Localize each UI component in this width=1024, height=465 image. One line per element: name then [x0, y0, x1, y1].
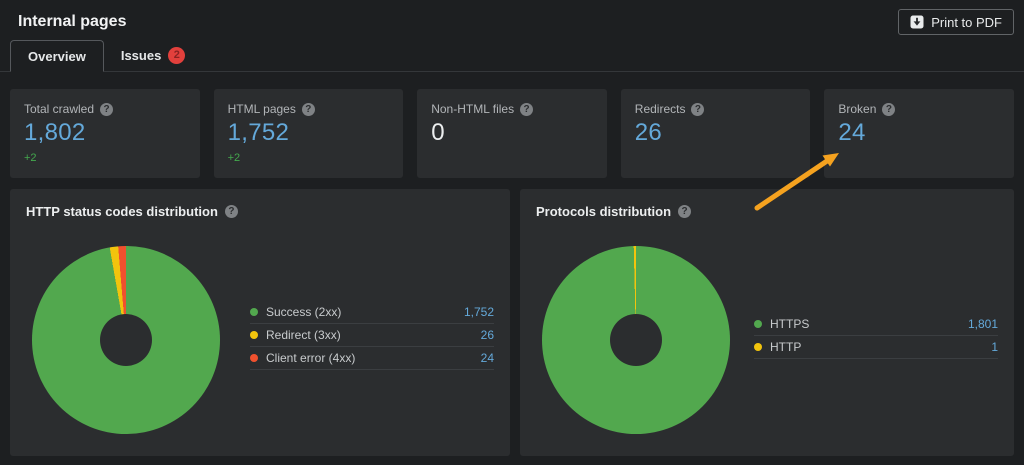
legend-label: Redirect (3xx) [266, 328, 473, 342]
panel-title: HTTP status codes distribution [26, 204, 218, 219]
print-to-pdf-button[interactable]: Print to PDF [898, 9, 1014, 35]
stat-delta [838, 152, 1000, 164]
legend-value[interactable]: 1,801 [968, 317, 998, 331]
legend-value[interactable]: 26 [481, 328, 494, 342]
legend-row-https[interactable]: HTTPS 1,801 [754, 313, 998, 336]
http-status-codes-panel: HTTP status codes distribution ? Success… [10, 189, 510, 456]
stat-label: Broken [838, 102, 876, 116]
help-icon[interactable]: ? [225, 205, 238, 218]
legend-dot-http [754, 343, 762, 351]
legend-label: HTTPS [770, 317, 960, 331]
stat-value[interactable]: 1,802 [24, 119, 186, 147]
panel-title: Protocols distribution [536, 204, 671, 219]
stat-label: Non-HTML files [431, 102, 514, 116]
stat-value[interactable]: 26 [635, 119, 797, 147]
legend-dot-https [754, 320, 762, 328]
stat-value[interactable]: 24 [838, 119, 1000, 147]
legend-row-client-error[interactable]: Client error (4xx) 24 [250, 347, 494, 370]
print-button-label: Print to PDF [931, 15, 1002, 30]
protocols-legend: HTTPS 1,801 HTTP 1 [754, 313, 998, 359]
help-icon[interactable]: ? [882, 103, 895, 116]
legend-label: HTTP [770, 340, 983, 354]
stat-delta: +2 [24, 152, 186, 164]
tab-issues[interactable]: Issues 2 [104, 40, 202, 71]
donut-hole [610, 314, 662, 366]
issues-count-badge: 2 [168, 47, 185, 64]
page-title: Internal pages [18, 13, 126, 31]
stat-value[interactable]: 1,752 [228, 119, 390, 147]
http-status-legend: Success (2xx) 1,752 Redirect (3xx) 26 Cl… [250, 301, 494, 370]
legend-value[interactable]: 24 [481, 351, 494, 365]
legend-dot-redirect [250, 331, 258, 339]
stat-delta: +2 [228, 152, 390, 164]
legend-label: Success (2xx) [266, 305, 456, 319]
legend-row-http[interactable]: HTTP 1 [754, 336, 998, 359]
stat-value: 0 [431, 119, 593, 147]
legend-value[interactable]: 1 [991, 340, 998, 354]
legend-dot-client-error [250, 354, 258, 362]
stat-label: HTML pages [228, 102, 296, 116]
donut-hole [100, 314, 152, 366]
help-icon[interactable]: ? [100, 103, 113, 116]
legend-label: Client error (4xx) [266, 351, 473, 365]
stat-card-total-crawled: Total crawled ? 1,802 +2 [10, 89, 200, 178]
charts-row: HTTP status codes distribution ? Success… [10, 189, 1014, 456]
http-status-donut-chart[interactable] [32, 246, 220, 434]
help-icon[interactable]: ? [691, 103, 704, 116]
legend-row-redirect[interactable]: Redirect (3xx) 26 [250, 324, 494, 347]
header: Internal pages Print to PDF [0, 0, 1024, 38]
legend-value[interactable]: 1,752 [464, 305, 494, 319]
legend-row-success[interactable]: Success (2xx) 1,752 [250, 301, 494, 324]
stat-label: Redirects [635, 102, 686, 116]
tab-overview[interactable]: Overview [10, 40, 104, 72]
protocols-donut-chart[interactable] [542, 246, 730, 434]
stat-card-html-pages: HTML pages ? 1,752 +2 [214, 89, 404, 178]
protocols-panel: Protocols distribution ? HTTPS 1,801 HTT… [520, 189, 1014, 456]
stat-label: Total crawled [24, 102, 94, 116]
help-icon[interactable]: ? [302, 103, 315, 116]
stat-card-broken: Broken ? 24 [824, 89, 1014, 178]
legend-dot-success [250, 308, 258, 316]
help-icon[interactable]: ? [678, 205, 691, 218]
stat-delta [635, 152, 797, 164]
help-icon[interactable]: ? [520, 103, 533, 116]
stats-row: Total crawled ? 1,802 +2 HTML pages ? 1,… [10, 89, 1014, 178]
pdf-download-icon [910, 15, 924, 29]
tab-overview-label: Overview [28, 49, 86, 64]
tab-bar: Overview Issues 2 [0, 40, 1024, 72]
stat-card-non-html-files: Non-HTML files ? 0 [417, 89, 607, 178]
stat-card-redirects: Redirects ? 26 [621, 89, 811, 178]
stat-delta [431, 152, 593, 164]
tab-issues-label: Issues [121, 48, 161, 63]
